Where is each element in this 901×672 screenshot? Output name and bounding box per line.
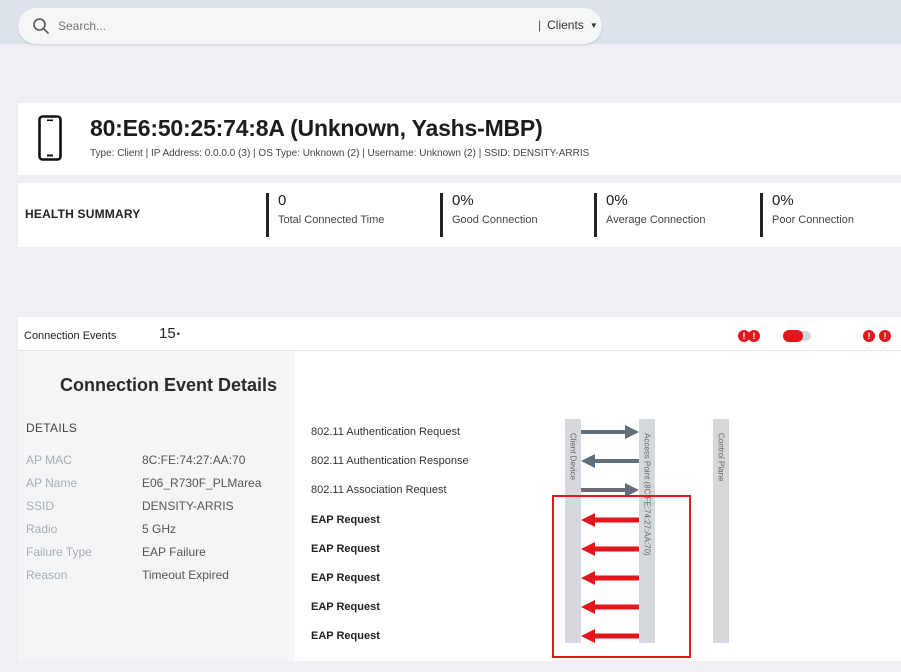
connection-event-details: Connection Event Details DETAILS AP MAC …	[18, 351, 295, 661]
detail-value: EAP Failure	[142, 545, 206, 559]
toggle-knob	[783, 330, 803, 342]
search-icon[interactable]	[32, 17, 50, 35]
alert-icon[interactable]: !	[748, 330, 760, 342]
metric-value: 0	[278, 192, 287, 209]
event-row[interactable]: EAP Request	[311, 630, 380, 642]
alert-icon[interactable]: !	[863, 330, 875, 342]
details-heading: Connection Event Details	[60, 375, 278, 395]
detail-value: Timeout Expired	[142, 568, 229, 582]
arrow-left-icon	[581, 454, 639, 468]
failure-highlight-box	[552, 495, 691, 658]
metric-value: 0%	[452, 192, 474, 209]
alert-icon[interactable]: !	[879, 330, 891, 342]
metric-value: 0%	[606, 192, 628, 209]
detail-key: Radio	[26, 522, 58, 536]
lane-label: Client Device	[568, 433, 578, 481]
detail-key: AP MAC	[26, 453, 72, 467]
event-row[interactable]: 802.11 Authentication Request	[311, 426, 460, 438]
detail-value: DENSITY-ARRIS	[142, 499, 234, 513]
events-count-suffix: •	[176, 329, 180, 340]
details-subheading: DETAILS	[26, 421, 78, 435]
scope-label: Clients	[547, 18, 584, 32]
metric-label: Total Connected Time	[278, 214, 385, 226]
lane-control-plane: Control Plane	[713, 419, 729, 643]
scope-separator: |	[538, 18, 542, 32]
events-count-value: 15	[159, 325, 176, 342]
detail-value: 5 GHz	[142, 522, 177, 536]
detail-value: E06_R730F_PLMarea	[142, 476, 262, 490]
chevron-down-icon: ▼	[589, 21, 598, 31]
event-row[interactable]: EAP Request	[311, 514, 380, 526]
event-row[interactable]: 802.11 Association Request	[311, 484, 447, 496]
connection-events-label: Connection Events	[24, 330, 117, 342]
metric-label: Good Connection	[452, 214, 538, 226]
detail-key: Failure Type	[26, 545, 92, 559]
device-header: 80:E6:50:25:74:8A (Unknown, Yashs-MBP) T…	[18, 103, 901, 175]
detail-key: AP Name	[26, 476, 78, 490]
lane-label: Control Plane	[716, 433, 726, 482]
metric-average-connection: 0% Average Connection	[594, 192, 706, 237]
metric-good-connection: 0% Good Connection	[440, 192, 538, 237]
metric-total-connected-time: 0 Total Connected Time	[266, 192, 385, 237]
health-summary-title: HEALTH SUMMARY	[25, 207, 141, 221]
search-input[interactable]	[58, 15, 478, 37]
phone-icon	[38, 115, 62, 161]
metric-poor-connection: 0% Poor Connection	[760, 192, 854, 237]
event-row[interactable]: 802.11 Authentication Response	[311, 455, 469, 467]
connection-events-bar: Connection Events 15• ! ! ! !	[18, 317, 901, 351]
detail-value: 8C:FE:74:27:AA:70	[142, 453, 246, 467]
arrow-right-icon	[581, 425, 639, 439]
top-bar: | Clients ▼	[0, 0, 901, 44]
event-row[interactable]: EAP Request	[311, 543, 380, 555]
search-scope-dropdown[interactable]: | Clients ▼	[538, 18, 598, 32]
device-title: 80:E6:50:25:74:8A (Unknown, Yashs-MBP)	[90, 115, 543, 141]
event-row[interactable]: EAP Request	[311, 601, 380, 613]
device-meta: Type: Client | IP Address: 0.0.0.0 (3) |…	[90, 148, 590, 159]
event-row[interactable]: EAP Request	[311, 572, 380, 584]
detail-key: Reason	[26, 568, 68, 582]
search-bar[interactable]: | Clients ▼	[18, 8, 602, 44]
detail-key: SSID	[26, 499, 55, 513]
connection-events-count[interactable]: 15•	[159, 325, 180, 342]
health-summary: HEALTH SUMMARY 0 Total Connected Time 0%…	[18, 183, 901, 247]
metric-label: Average Connection	[606, 214, 706, 226]
metric-value: 0%	[772, 192, 794, 209]
toggle-switch[interactable]	[783, 330, 811, 342]
metric-label: Poor Connection	[772, 214, 854, 226]
